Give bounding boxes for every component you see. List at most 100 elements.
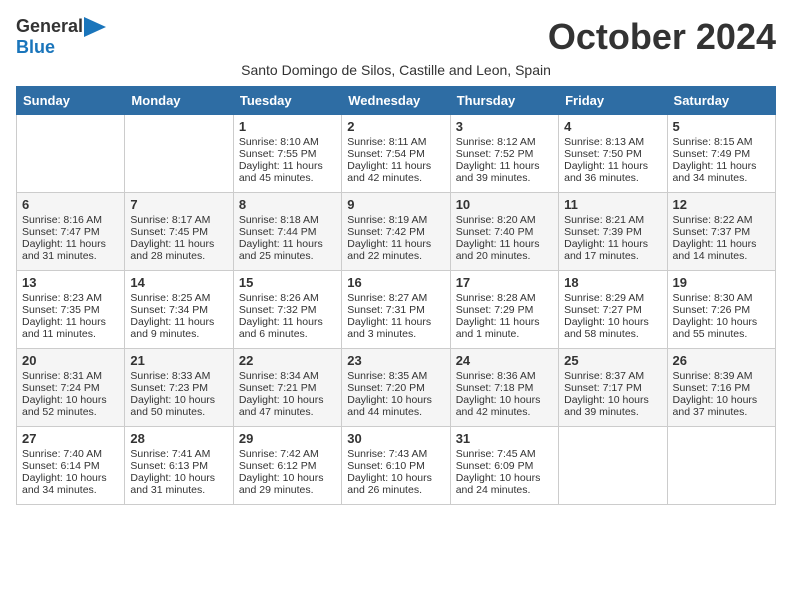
calendar-cell: 4Sunrise: 8:13 AMSunset: 7:50 PMDaylight…	[559, 115, 667, 193]
sunrise-text: Sunrise: 7:43 AM	[347, 448, 444, 460]
day-number: 10	[456, 197, 553, 212]
sunrise-text: Sunrise: 7:41 AM	[130, 448, 227, 460]
logo-general-text: General	[16, 16, 83, 37]
calendar-cell: 2Sunrise: 8:11 AMSunset: 7:54 PMDaylight…	[342, 115, 450, 193]
header-row: SundayMondayTuesdayWednesdayThursdayFrid…	[17, 87, 776, 115]
sunrise-text: Sunrise: 8:13 AM	[564, 136, 661, 148]
day-number: 25	[564, 353, 661, 368]
sunrise-text: Sunrise: 8:21 AM	[564, 214, 661, 226]
calendar-cell: 10Sunrise: 8:20 AMSunset: 7:40 PMDayligh…	[450, 193, 558, 271]
sunset-text: Sunset: 7:27 PM	[564, 304, 661, 316]
calendar-cell: 26Sunrise: 8:39 AMSunset: 7:16 PMDayligh…	[667, 349, 775, 427]
day-number: 31	[456, 431, 553, 446]
calendar-cell: 20Sunrise: 8:31 AMSunset: 7:24 PMDayligh…	[17, 349, 125, 427]
daylight-text: Daylight: 10 hours and 39 minutes.	[564, 394, 661, 418]
calendar-cell	[559, 427, 667, 505]
daylight-text: Daylight: 11 hours and 3 minutes.	[347, 316, 444, 340]
day-header-monday: Monday	[125, 87, 233, 115]
sunset-text: Sunset: 7:34 PM	[130, 304, 227, 316]
daylight-text: Daylight: 10 hours and 44 minutes.	[347, 394, 444, 418]
sunset-text: Sunset: 7:42 PM	[347, 226, 444, 238]
header: General Blue October 2024	[16, 16, 776, 58]
sunrise-text: Sunrise: 8:22 AM	[673, 214, 770, 226]
sunset-text: Sunset: 7:24 PM	[22, 382, 119, 394]
sunrise-text: Sunrise: 7:40 AM	[22, 448, 119, 460]
sunset-text: Sunset: 7:31 PM	[347, 304, 444, 316]
daylight-text: Daylight: 10 hours and 24 minutes.	[456, 472, 553, 496]
day-header-wednesday: Wednesday	[342, 87, 450, 115]
sunrise-text: Sunrise: 8:19 AM	[347, 214, 444, 226]
daylight-text: Daylight: 11 hours and 45 minutes.	[239, 160, 336, 184]
sunset-text: Sunset: 7:32 PM	[239, 304, 336, 316]
calendar-cell: 6Sunrise: 8:16 AMSunset: 7:47 PMDaylight…	[17, 193, 125, 271]
daylight-text: Daylight: 11 hours and 39 minutes.	[456, 160, 553, 184]
day-number: 6	[22, 197, 119, 212]
daylight-text: Daylight: 11 hours and 17 minutes.	[564, 238, 661, 262]
day-number: 9	[347, 197, 444, 212]
calendar-cell: 18Sunrise: 8:29 AMSunset: 7:27 PMDayligh…	[559, 271, 667, 349]
sunrise-text: Sunrise: 8:11 AM	[347, 136, 444, 148]
day-number: 26	[673, 353, 770, 368]
day-number: 1	[239, 119, 336, 134]
daylight-text: Daylight: 10 hours and 26 minutes.	[347, 472, 444, 496]
day-number: 23	[347, 353, 444, 368]
daylight-text: Daylight: 11 hours and 22 minutes.	[347, 238, 444, 262]
logo: General Blue	[16, 16, 106, 58]
day-number: 30	[347, 431, 444, 446]
sunset-text: Sunset: 6:09 PM	[456, 460, 553, 472]
calendar-cell	[17, 115, 125, 193]
calendar-cell: 19Sunrise: 8:30 AMSunset: 7:26 PMDayligh…	[667, 271, 775, 349]
calendar-cell: 30Sunrise: 7:43 AMSunset: 6:10 PMDayligh…	[342, 427, 450, 505]
daylight-text: Daylight: 11 hours and 31 minutes.	[22, 238, 119, 262]
day-header-saturday: Saturday	[667, 87, 775, 115]
day-number: 24	[456, 353, 553, 368]
calendar-cell: 1Sunrise: 8:10 AMSunset: 7:55 PMDaylight…	[233, 115, 341, 193]
sunset-text: Sunset: 7:52 PM	[456, 148, 553, 160]
daylight-text: Daylight: 10 hours and 42 minutes.	[456, 394, 553, 418]
day-header-friday: Friday	[559, 87, 667, 115]
day-number: 17	[456, 275, 553, 290]
logo-blue-text: Blue	[16, 37, 55, 57]
calendar-cell: 17Sunrise: 8:28 AMSunset: 7:29 PMDayligh…	[450, 271, 558, 349]
calendar-week-row: 27Sunrise: 7:40 AMSunset: 6:14 PMDayligh…	[17, 427, 776, 505]
daylight-text: Daylight: 10 hours and 58 minutes.	[564, 316, 661, 340]
sunrise-text: Sunrise: 8:12 AM	[456, 136, 553, 148]
calendar-week-row: 20Sunrise: 8:31 AMSunset: 7:24 PMDayligh…	[17, 349, 776, 427]
sunrise-text: Sunrise: 8:17 AM	[130, 214, 227, 226]
sunset-text: Sunset: 7:17 PM	[564, 382, 661, 394]
sunset-text: Sunset: 7:18 PM	[456, 382, 553, 394]
calendar-cell: 7Sunrise: 8:17 AMSunset: 7:45 PMDaylight…	[125, 193, 233, 271]
sunrise-text: Sunrise: 8:18 AM	[239, 214, 336, 226]
daylight-text: Daylight: 10 hours and 29 minutes.	[239, 472, 336, 496]
calendar-cell: 5Sunrise: 8:15 AMSunset: 7:49 PMDaylight…	[667, 115, 775, 193]
sunrise-text: Sunrise: 7:45 AM	[456, 448, 553, 460]
sunrise-text: Sunrise: 8:33 AM	[130, 370, 227, 382]
sunrise-text: Sunrise: 8:10 AM	[239, 136, 336, 148]
day-number: 13	[22, 275, 119, 290]
calendar-cell: 8Sunrise: 8:18 AMSunset: 7:44 PMDaylight…	[233, 193, 341, 271]
sunrise-text: Sunrise: 8:20 AM	[456, 214, 553, 226]
day-number: 15	[239, 275, 336, 290]
month-title: October 2024	[548, 16, 776, 58]
sunset-text: Sunset: 7:40 PM	[456, 226, 553, 238]
sunrise-text: Sunrise: 8:30 AM	[673, 292, 770, 304]
calendar-cell: 27Sunrise: 7:40 AMSunset: 6:14 PMDayligh…	[17, 427, 125, 505]
calendar-cell: 25Sunrise: 8:37 AMSunset: 7:17 PMDayligh…	[559, 349, 667, 427]
sunset-text: Sunset: 6:13 PM	[130, 460, 227, 472]
daylight-text: Daylight: 11 hours and 25 minutes.	[239, 238, 336, 262]
day-number: 3	[456, 119, 553, 134]
daylight-text: Daylight: 11 hours and 34 minutes.	[673, 160, 770, 184]
day-header-sunday: Sunday	[17, 87, 125, 115]
calendar-cell: 31 Sunrise: 7:45 AMSunset: 6:09 PMDayligh…	[450, 427, 558, 505]
sunset-text: Sunset: 7:26 PM	[673, 304, 770, 316]
day-number: 11	[564, 197, 661, 212]
day-number: 29	[239, 431, 336, 446]
sunrise-text: Sunrise: 7:42 AM	[239, 448, 336, 460]
daylight-text: Daylight: 11 hours and 28 minutes.	[130, 238, 227, 262]
day-number: 18	[564, 275, 661, 290]
day-number: 14	[130, 275, 227, 290]
daylight-text: Daylight: 11 hours and 11 minutes.	[22, 316, 119, 340]
logo-icon	[84, 17, 106, 37]
calendar-cell: 13Sunrise: 8:23 AMSunset: 7:35 PMDayligh…	[17, 271, 125, 349]
calendar-table: SundayMondayTuesdayWednesdayThursdayFrid…	[16, 86, 776, 505]
